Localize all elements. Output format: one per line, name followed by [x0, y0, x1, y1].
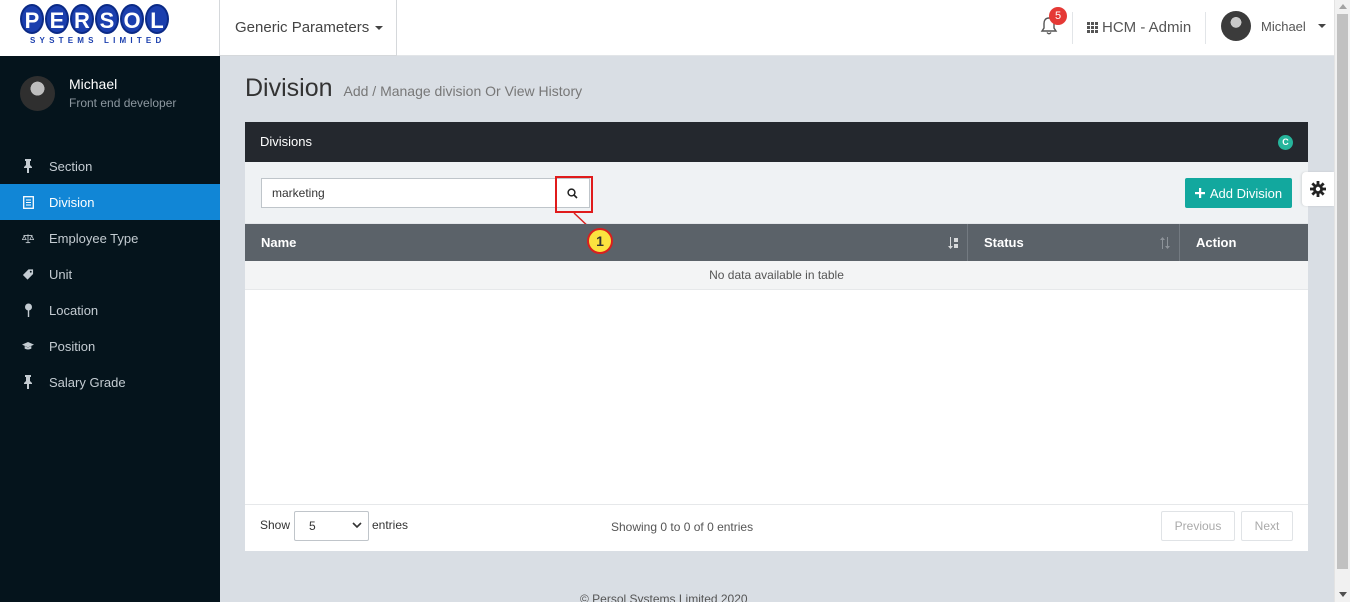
panel-header: Divisions C [245, 122, 1308, 162]
scrollbar[interactable] [1334, 0, 1350, 602]
sidebar-item-section[interactable]: Section [0, 148, 220, 184]
sidebar-nav: Section Division Employee Type Unit Loca… [0, 148, 220, 400]
column-header-action: Action [1180, 224, 1308, 261]
profile-name: Michael [69, 76, 118, 92]
page-title-text: Division [245, 74, 333, 102]
graduation-cap-icon [22, 339, 34, 353]
scroll-thumb[interactable] [1337, 14, 1348, 569]
sidebar-item-salary-grade[interactable]: Salary Grade [0, 364, 220, 400]
sidebar-profile: Michael Front end developer [20, 74, 176, 111]
column-header-label: Name [261, 235, 297, 250]
sidebar-item-label: Salary Grade [49, 374, 126, 390]
sidebar-item-division[interactable]: Division [0, 184, 220, 220]
column-header-label: Action [1196, 235, 1237, 250]
avatar [20, 76, 55, 111]
plus-icon [1194, 188, 1205, 198]
settings-button[interactable] [1302, 172, 1334, 206]
logo[interactable]: PERSOL SYSTEMS LIMITED [0, 0, 220, 56]
scale-icon [22, 231, 34, 245]
divider [1072, 12, 1073, 44]
sidebar-item-label: Section [49, 158, 93, 174]
logo-letter: S [95, 4, 119, 34]
caret-down-icon [375, 26, 384, 31]
logo-letter: L [145, 4, 169, 34]
panel-title: Divisions [260, 134, 313, 149]
document-icon [22, 195, 34, 209]
divider [1205, 12, 1206, 44]
tag-icon [22, 267, 34, 281]
add-division-label: Add Division [1209, 185, 1283, 201]
app-switcher-label: HCM - Admin [1102, 19, 1192, 36]
top-header: PERSOL SYSTEMS LIMITED Generic Parameter… [0, 0, 1334, 56]
pin-icon [22, 375, 34, 389]
caret-down-icon [1317, 24, 1326, 28]
sort-icon [947, 236, 959, 250]
logo-letter: R [70, 4, 94, 34]
sidebar-item-location[interactable]: Location [0, 292, 220, 328]
sidebar-item-label: Position [49, 338, 96, 354]
notification-badge: 5 [1049, 7, 1067, 25]
copyright: © Persol Systems Limited 2020 [580, 592, 748, 602]
user-menu[interactable]: Michael [1221, 11, 1326, 41]
sidebar-item-label: Division [49, 194, 95, 210]
gear-icon [1310, 181, 1326, 197]
search-input[interactable] [261, 178, 556, 208]
divider [245, 504, 1308, 505]
column-header-status[interactable]: Status [968, 224, 1180, 261]
sidebar-item-employee-type[interactable]: Employee Type [0, 220, 220, 256]
refresh-icon[interactable]: C [1278, 135, 1293, 150]
add-division-button[interactable]: Add Division [1185, 178, 1292, 208]
grid-icon [1087, 22, 1098, 33]
logo-letter: O [120, 4, 144, 34]
user-menu-name: Michael [1261, 18, 1306, 34]
logo-subtitle: SYSTEMS LIMITED [30, 36, 166, 45]
logo-letters: PERSOL [20, 4, 169, 34]
next-button[interactable]: Next [1241, 511, 1293, 541]
profile-role: Front end developer [69, 96, 177, 110]
table-info: Showing 0 to 0 of 0 entries [611, 520, 754, 534]
sidebar-item-label: Unit [49, 266, 73, 282]
scroll-down-icon[interactable] [1339, 592, 1347, 597]
callout-pointer [573, 212, 593, 231]
module-dropdown[interactable]: Generic Parameters [219, 0, 397, 56]
logo-letter: E [45, 4, 69, 34]
previous-button[interactable]: Previous [1161, 511, 1235, 541]
table-header: Name Status Action [245, 224, 1308, 261]
divisions-panel: Divisions C Add Division Name Status [245, 122, 1308, 551]
page-size-value: 5 [309, 519, 316, 533]
sort-icon [1159, 236, 1171, 250]
sidebar-item-unit[interactable]: Unit [0, 256, 220, 292]
sidebar-item-label: Employee Type [49, 230, 139, 246]
avatar [1221, 11, 1251, 41]
app-switcher[interactable]: HCM - Admin [1087, 19, 1191, 36]
entries-label: entries [372, 518, 409, 532]
panel-toolbar: Add Division [245, 162, 1308, 224]
show-label: Show [260, 518, 291, 532]
empty-table-message: No data available in table [245, 261, 1308, 290]
column-header-label: Status [984, 235, 1024, 250]
scroll-up-icon[interactable] [1339, 4, 1347, 9]
sidebar-item-label: Location [49, 302, 99, 318]
module-dropdown-label: Generic Parameters [235, 19, 370, 36]
map-pin-icon [22, 303, 34, 317]
sidebar-item-position[interactable]: Position [0, 328, 220, 364]
page-size-select[interactable]: 5 [294, 511, 369, 541]
chevron-down-icon [352, 522, 362, 529]
page-subtitle: Add / Manage division Or View History [343, 83, 583, 99]
sidebar: Michael Front end developer Section Divi… [0, 56, 220, 602]
page-title: Division Add / Manage division Or View H… [245, 74, 582, 103]
search-button-highlight [555, 176, 593, 213]
pin-icon [22, 159, 34, 173]
logo-letter: P [20, 4, 44, 34]
step-callout: 1 [587, 228, 613, 254]
